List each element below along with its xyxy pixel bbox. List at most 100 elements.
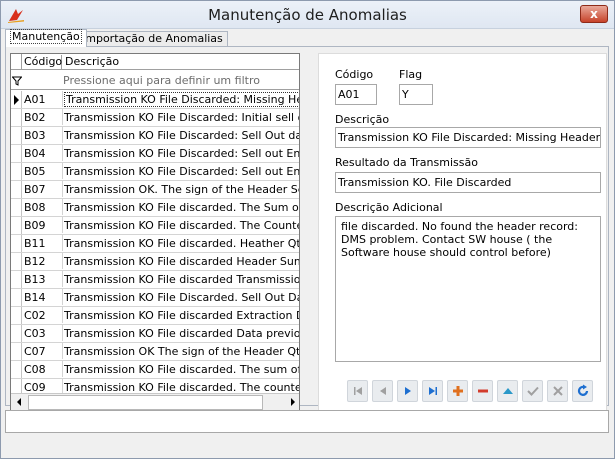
cell-descricao[interactable]: Transmission KO File Discarded: Initial … <box>64 109 299 126</box>
cell-descricao[interactable]: Transmission OK. The sign of the Header … <box>64 181 299 198</box>
descricao-field[interactable]: Transmission KO File Discarded: Missing … <box>335 127 601 148</box>
cell-descricao[interactable]: Transmission KO File Discarded: Sell Out… <box>64 127 299 144</box>
table-row[interactable]: B05 Transmission KO File Discarded: Sell … <box>11 163 299 181</box>
descricao-adicional-memo[interactable]: file discarded. No found the header reco… <box>335 216 601 362</box>
flag-field[interactable]: Y <box>399 84 433 105</box>
row-indicator[interactable] <box>11 217 22 234</box>
cell-descricao[interactable]: Transmission KO File Discarded: Sell out… <box>64 163 299 180</box>
cell-codigo[interactable]: B14 <box>23 289 63 305</box>
row-indicator[interactable] <box>11 199 22 216</box>
resultado-field[interactable]: Transmission KO. File Discarded <box>335 172 601 193</box>
cell-codigo[interactable]: B03 <box>23 127 63 143</box>
cell-codigo[interactable]: B12 <box>23 253 63 269</box>
cell-descricao-text: Transmission KO File Discarded: Sell out… <box>64 147 300 160</box>
window-title: Manutenção de Anomalias <box>208 6 407 24</box>
cell-codigo[interactable]: B11 <box>23 235 63 251</box>
cell-codigo[interactable]: C07 <box>23 343 63 359</box>
post-record-button[interactable] <box>522 380 543 402</box>
cell-descricao[interactable]: Transmission KO File discarded Header Su… <box>64 253 299 270</box>
horizontal-scrollbar[interactable] <box>11 393 299 410</box>
row-indicator[interactable] <box>11 307 22 324</box>
tab-importacao-anomalias[interactable]: Importação de Anomalias <box>77 31 228 47</box>
row-indicator[interactable] <box>11 361 22 378</box>
table-row[interactable]: B02 Transmission KO File Discarded: Initi… <box>11 109 299 127</box>
filter-row[interactable]: Pressione aqui para definir um filtro <box>11 71 299 90</box>
cell-descricao[interactable]: Transmission KO File discarded. The sum … <box>64 361 299 378</box>
table-row[interactable]: B12 Transmission KO File discarded Header… <box>11 253 299 271</box>
table-row[interactable]: B14 Transmission KO File Discarded. Sell … <box>11 289 299 307</box>
cell-codigo[interactable]: B02 <box>23 109 63 125</box>
column-header-codigo[interactable]: Código <box>23 55 62 69</box>
delete-record-button[interactable] <box>472 380 493 402</box>
cell-codigo[interactable]: B05 <box>23 163 63 179</box>
table-row[interactable]: A01 Transmission KO File Discarded: Missi… <box>11 91 299 109</box>
scroll-thumb[interactable] <box>28 395 263 410</box>
table-row[interactable]: C02 Transmission KO File discarded Extrac… <box>11 307 299 325</box>
cell-codigo[interactable]: B04 <box>23 145 63 161</box>
row-indicator[interactable] <box>11 163 22 180</box>
cell-codigo[interactable]: A01 <box>23 91 63 107</box>
prior-record-button[interactable] <box>372 380 393 402</box>
cell-descricao[interactable]: Transmission KO File discarded. The Sum … <box>64 199 299 216</box>
last-record-button[interactable] <box>422 380 443 402</box>
first-record-button[interactable] <box>347 380 368 402</box>
cell-codigo[interactable]: C08 <box>23 361 63 377</box>
table-row[interactable]: B03 Transmission KO File Discarded: Sell … <box>11 127 299 145</box>
row-indicator[interactable] <box>11 145 22 162</box>
row-indicator[interactable] <box>11 325 22 342</box>
edit-icon <box>503 388 513 394</box>
table-row[interactable]: B09 Transmission KO File discarded. The C… <box>11 217 299 235</box>
cell-codigo[interactable]: B13 <box>23 271 63 287</box>
row-indicator[interactable] <box>11 181 22 198</box>
cell-codigo[interactable]: C03 <box>23 325 63 341</box>
first-icon <box>354 387 362 395</box>
row-indicator[interactable] <box>11 289 22 306</box>
filter-placeholder: Pressione aqui para definir um filtro <box>63 74 260 87</box>
scroll-left-icon[interactable] <box>12 395 27 410</box>
refresh-button[interactable] <box>572 380 593 402</box>
cell-descricao[interactable]: Transmission KO File Discarded. Sell Out… <box>64 289 299 306</box>
cell-descricao[interactable]: Transmission KO File Discarded: Sell out… <box>64 145 300 162</box>
table-row[interactable]: B13 Transmission KO File discarded Transm… <box>11 271 299 289</box>
row-indicator[interactable] <box>11 109 22 126</box>
column-header-descricao[interactable]: Descrição <box>64 55 119 68</box>
filter-icon <box>12 76 22 86</box>
table-row[interactable]: C08 Transmission KO File discarded. The s… <box>11 361 299 379</box>
table-row[interactable]: C03 Transmission KO File discarded Data p… <box>11 325 299 343</box>
cell-descricao[interactable]: Transmission OK The sign of the Header Q… <box>64 343 300 360</box>
cell-descricao[interactable]: Transmission KO File discarded. The Coun… <box>64 217 299 234</box>
cell-descricao-text: Transmission OK The sign of the Header Q… <box>64 345 300 358</box>
cell-descricao-text: Transmission KO File Discarded: Initial … <box>64 111 299 124</box>
row-indicator[interactable] <box>11 343 22 360</box>
cell-descricao[interactable]: Transmission KO File discarded Transmiss… <box>64 271 299 288</box>
cell-codigo[interactable]: B08 <box>23 199 63 215</box>
current-row-indicator-icon[interactable] <box>11 91 22 108</box>
table-row[interactable]: B08 Transmission KO File discarded. The S… <box>11 199 299 217</box>
table-row[interactable]: C07 Transmission OK The sign of the Heade… <box>11 343 300 361</box>
row-indicator[interactable] <box>11 235 22 252</box>
row-indicator[interactable] <box>11 271 22 288</box>
cancel-record-button[interactable] <box>547 380 568 402</box>
close-button[interactable]: x <box>580 5 608 23</box>
scroll-right-icon[interactable] <box>285 395 299 410</box>
anomalies-grid[interactable]: Código Descrição Pressione aqui para def… <box>10 53 300 411</box>
tab-manutencao[interactable]: Manutenção <box>5 29 87 47</box>
table-row[interactable]: B04 Transmission KO File Discarded: Sell … <box>11 145 300 163</box>
next-record-button[interactable] <box>397 380 418 402</box>
row-indicator[interactable] <box>11 127 22 144</box>
table-row[interactable]: B07 Transmission OK. The sign of the Head… <box>11 181 299 199</box>
cell-codigo[interactable]: B09 <box>23 217 63 233</box>
cell-descricao[interactable]: Transmission KO File discarded Extractio… <box>64 307 299 324</box>
status-bar <box>5 410 609 433</box>
cell-codigo[interactable]: C02 <box>23 307 63 323</box>
cell-descricao[interactable]: Transmission KO File discarded. Heather … <box>64 235 299 252</box>
row-indicator[interactable] <box>11 253 22 270</box>
cell-descricao[interactable]: Transmission KO File discarded Data prev… <box>64 325 299 342</box>
post-icon <box>527 386 539 396</box>
insert-record-button[interactable] <box>447 380 468 402</box>
table-row[interactable]: B11 Transmission KO File discarded. Heath… <box>11 235 299 253</box>
edit-record-button[interactable] <box>497 380 518 402</box>
cell-codigo[interactable]: B07 <box>23 181 63 197</box>
codigo-field[interactable]: A01 <box>335 84 377 105</box>
cell-descricao[interactable]: Transmission KO File Discarded: Missing … <box>64 91 299 108</box>
